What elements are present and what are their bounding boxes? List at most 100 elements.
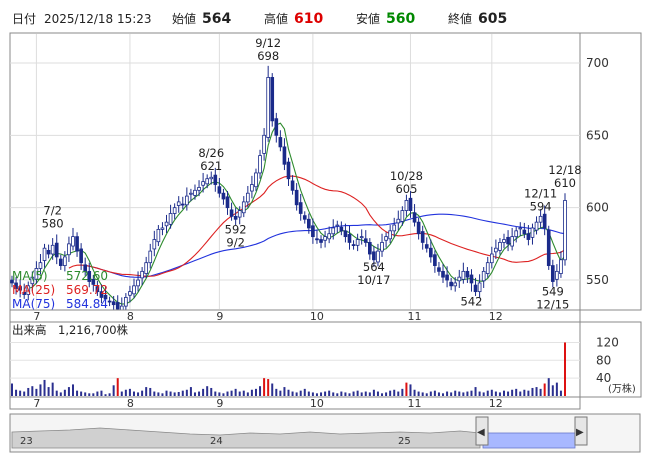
month-label: 9 [216, 310, 223, 323]
candle-body-down [290, 180, 295, 191]
scroller-left-arrow-icon[interactable]: ◀ [477, 427, 485, 438]
volume-bar [177, 391, 180, 396]
annotation-label: 10/28 [390, 169, 423, 183]
volume-bar [11, 383, 13, 396]
volume-bar [234, 388, 237, 396]
candle-body-up [42, 247, 47, 261]
candle-body-down [307, 218, 311, 229]
candle-body-up [132, 285, 136, 295]
candle-body-up [518, 227, 523, 230]
annotation-label: 580 [42, 217, 64, 231]
volume-bar [490, 389, 493, 396]
volume-bar [352, 391, 355, 396]
annotation-label: 592 [225, 222, 247, 236]
volume-bar [507, 391, 510, 396]
candle-body-up [384, 236, 388, 241]
volume-bar [120, 391, 123, 396]
annotation-label: 9/2 [226, 235, 245, 249]
candle-body-up [168, 213, 173, 225]
candle-body-up [67, 243, 71, 256]
volume-bar [503, 390, 506, 396]
volume-bar [523, 389, 526, 396]
candle-body-down [506, 236, 510, 245]
candle-body-up [400, 210, 405, 222]
volume-tick-label: 80 [596, 353, 611, 367]
volume-bar [210, 387, 213, 396]
scroller-right-arrow-icon[interactable]: ▶ [576, 427, 584, 438]
month-label: 12 [489, 397, 503, 410]
volume-bar [173, 392, 176, 396]
volume-bar [421, 392, 424, 396]
volume-bar [498, 392, 501, 396]
volume-bar [206, 386, 209, 396]
candle-body-up [128, 291, 132, 296]
annotation-label: 7/2 [43, 204, 62, 218]
candle-body-up [193, 189, 197, 196]
volume-unit: (万株) [608, 382, 636, 395]
range-scroller[interactable]: ◀ ▶ 23 24 25 [9, 413, 641, 453]
volume-bar [442, 393, 445, 396]
volume-bar [385, 392, 388, 396]
volume-bar [246, 392, 249, 396]
month-label: 9 [216, 397, 223, 410]
volume-bar [320, 392, 323, 396]
candle-body-down [351, 244, 356, 246]
candle-body-up [453, 282, 458, 287]
volume-bar [381, 393, 384, 396]
volume-bar [494, 391, 497, 396]
candle-body-down [298, 202, 303, 214]
scroller-selected-range[interactable] [482, 432, 576, 449]
candle-body-up [172, 207, 177, 214]
volume-bar [71, 384, 74, 396]
candle-body-down [311, 225, 315, 238]
volume-bar [124, 389, 127, 396]
volume-bar [145, 387, 148, 396]
candle-body-up [262, 134, 266, 154]
volume-bar [185, 389, 188, 396]
volume-bar [307, 391, 310, 396]
candle-body-up [258, 155, 262, 174]
annotation-label: 564 [363, 260, 385, 274]
candle-body-down [437, 267, 441, 272]
scroller-label-24: 24 [210, 436, 223, 447]
volume-bar [543, 383, 546, 396]
candle [270, 73, 275, 127]
price-tick-label: 600 [586, 201, 609, 215]
candle-body-down [286, 161, 291, 180]
candle-body-down [54, 242, 59, 258]
volume-bar [112, 385, 115, 396]
volume-bar [433, 390, 436, 396]
candle-body-up [250, 184, 254, 192]
volume-bar [328, 390, 331, 396]
volume-value: 1,216,700株 [58, 323, 129, 337]
legend-ma5-value: 572.60 [66, 269, 108, 283]
volume-title: 出来高 [12, 323, 47, 337]
volume-bar [137, 392, 140, 396]
candle-body-down [424, 244, 429, 249]
candle-body-down [75, 236, 79, 252]
volume-bar [315, 393, 318, 396]
volume-bar [437, 392, 440, 396]
candle-body-up [241, 201, 246, 214]
volume-bar [413, 389, 416, 396]
candle-body-up [380, 242, 384, 252]
price-tick-label: 700 [586, 56, 609, 70]
month-label: 7 [33, 310, 40, 323]
candle-body-up [237, 210, 242, 218]
volume-bar [515, 388, 518, 396]
volume-bar [450, 392, 453, 396]
volume-bar [482, 392, 485, 396]
price-header: 日付 2025/12/18 15:23 始値 564 高値 610 安値 560… [12, 11, 507, 27]
volume-bar [283, 387, 286, 396]
month-label: 11 [407, 310, 421, 323]
candle-body-down [428, 247, 433, 258]
candle-body-up [489, 253, 494, 264]
candle-body-up [396, 218, 401, 224]
month-label: 11 [407, 397, 421, 410]
volume-bar [344, 392, 347, 396]
volume-bar [564, 342, 566, 396]
candle-body-down [221, 192, 226, 200]
volume-bar [405, 382, 408, 396]
month-label: 12 [489, 310, 503, 323]
volume-bar [88, 393, 91, 396]
